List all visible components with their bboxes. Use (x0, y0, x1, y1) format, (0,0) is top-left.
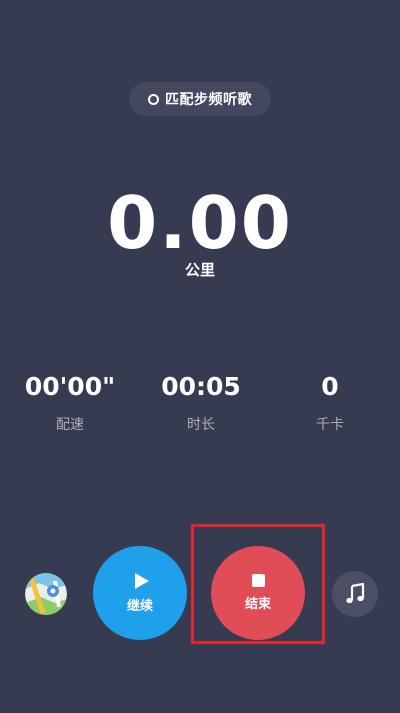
pace-value: 00'00" (24, 372, 116, 401)
end-button-highlight-frame (191, 524, 325, 644)
music-button[interactable] (332, 571, 378, 617)
stat-duration: 00:05 时长 (136, 372, 266, 434)
continue-button[interactable]: 继续 (93, 546, 187, 640)
play-icon (134, 572, 149, 589)
distance-value: 0.00 (107, 181, 293, 265)
distance-unit: 公里 (184, 261, 215, 279)
duration-value: 00:05 (161, 372, 241, 401)
music-note-icon (346, 583, 365, 604)
calories-label: 千卡 (316, 417, 344, 433)
duration-label: 时长 (187, 417, 215, 433)
continue-label: 继续 (126, 598, 153, 614)
radio-circle-icon (148, 93, 159, 105)
map-button[interactable] (25, 573, 67, 615)
stat-pace: 00'00" 配速 (5, 372, 135, 434)
match-cadence-label: 匹配步频听歌 (165, 92, 252, 108)
map-icon (25, 573, 67, 615)
match-cadence-music-toggle[interactable]: 匹配步频听歌 (129, 82, 271, 116)
calories-value: 0 (321, 372, 339, 401)
stat-calories: 0 千卡 (265, 372, 395, 434)
pace-label: 配速 (56, 417, 84, 433)
